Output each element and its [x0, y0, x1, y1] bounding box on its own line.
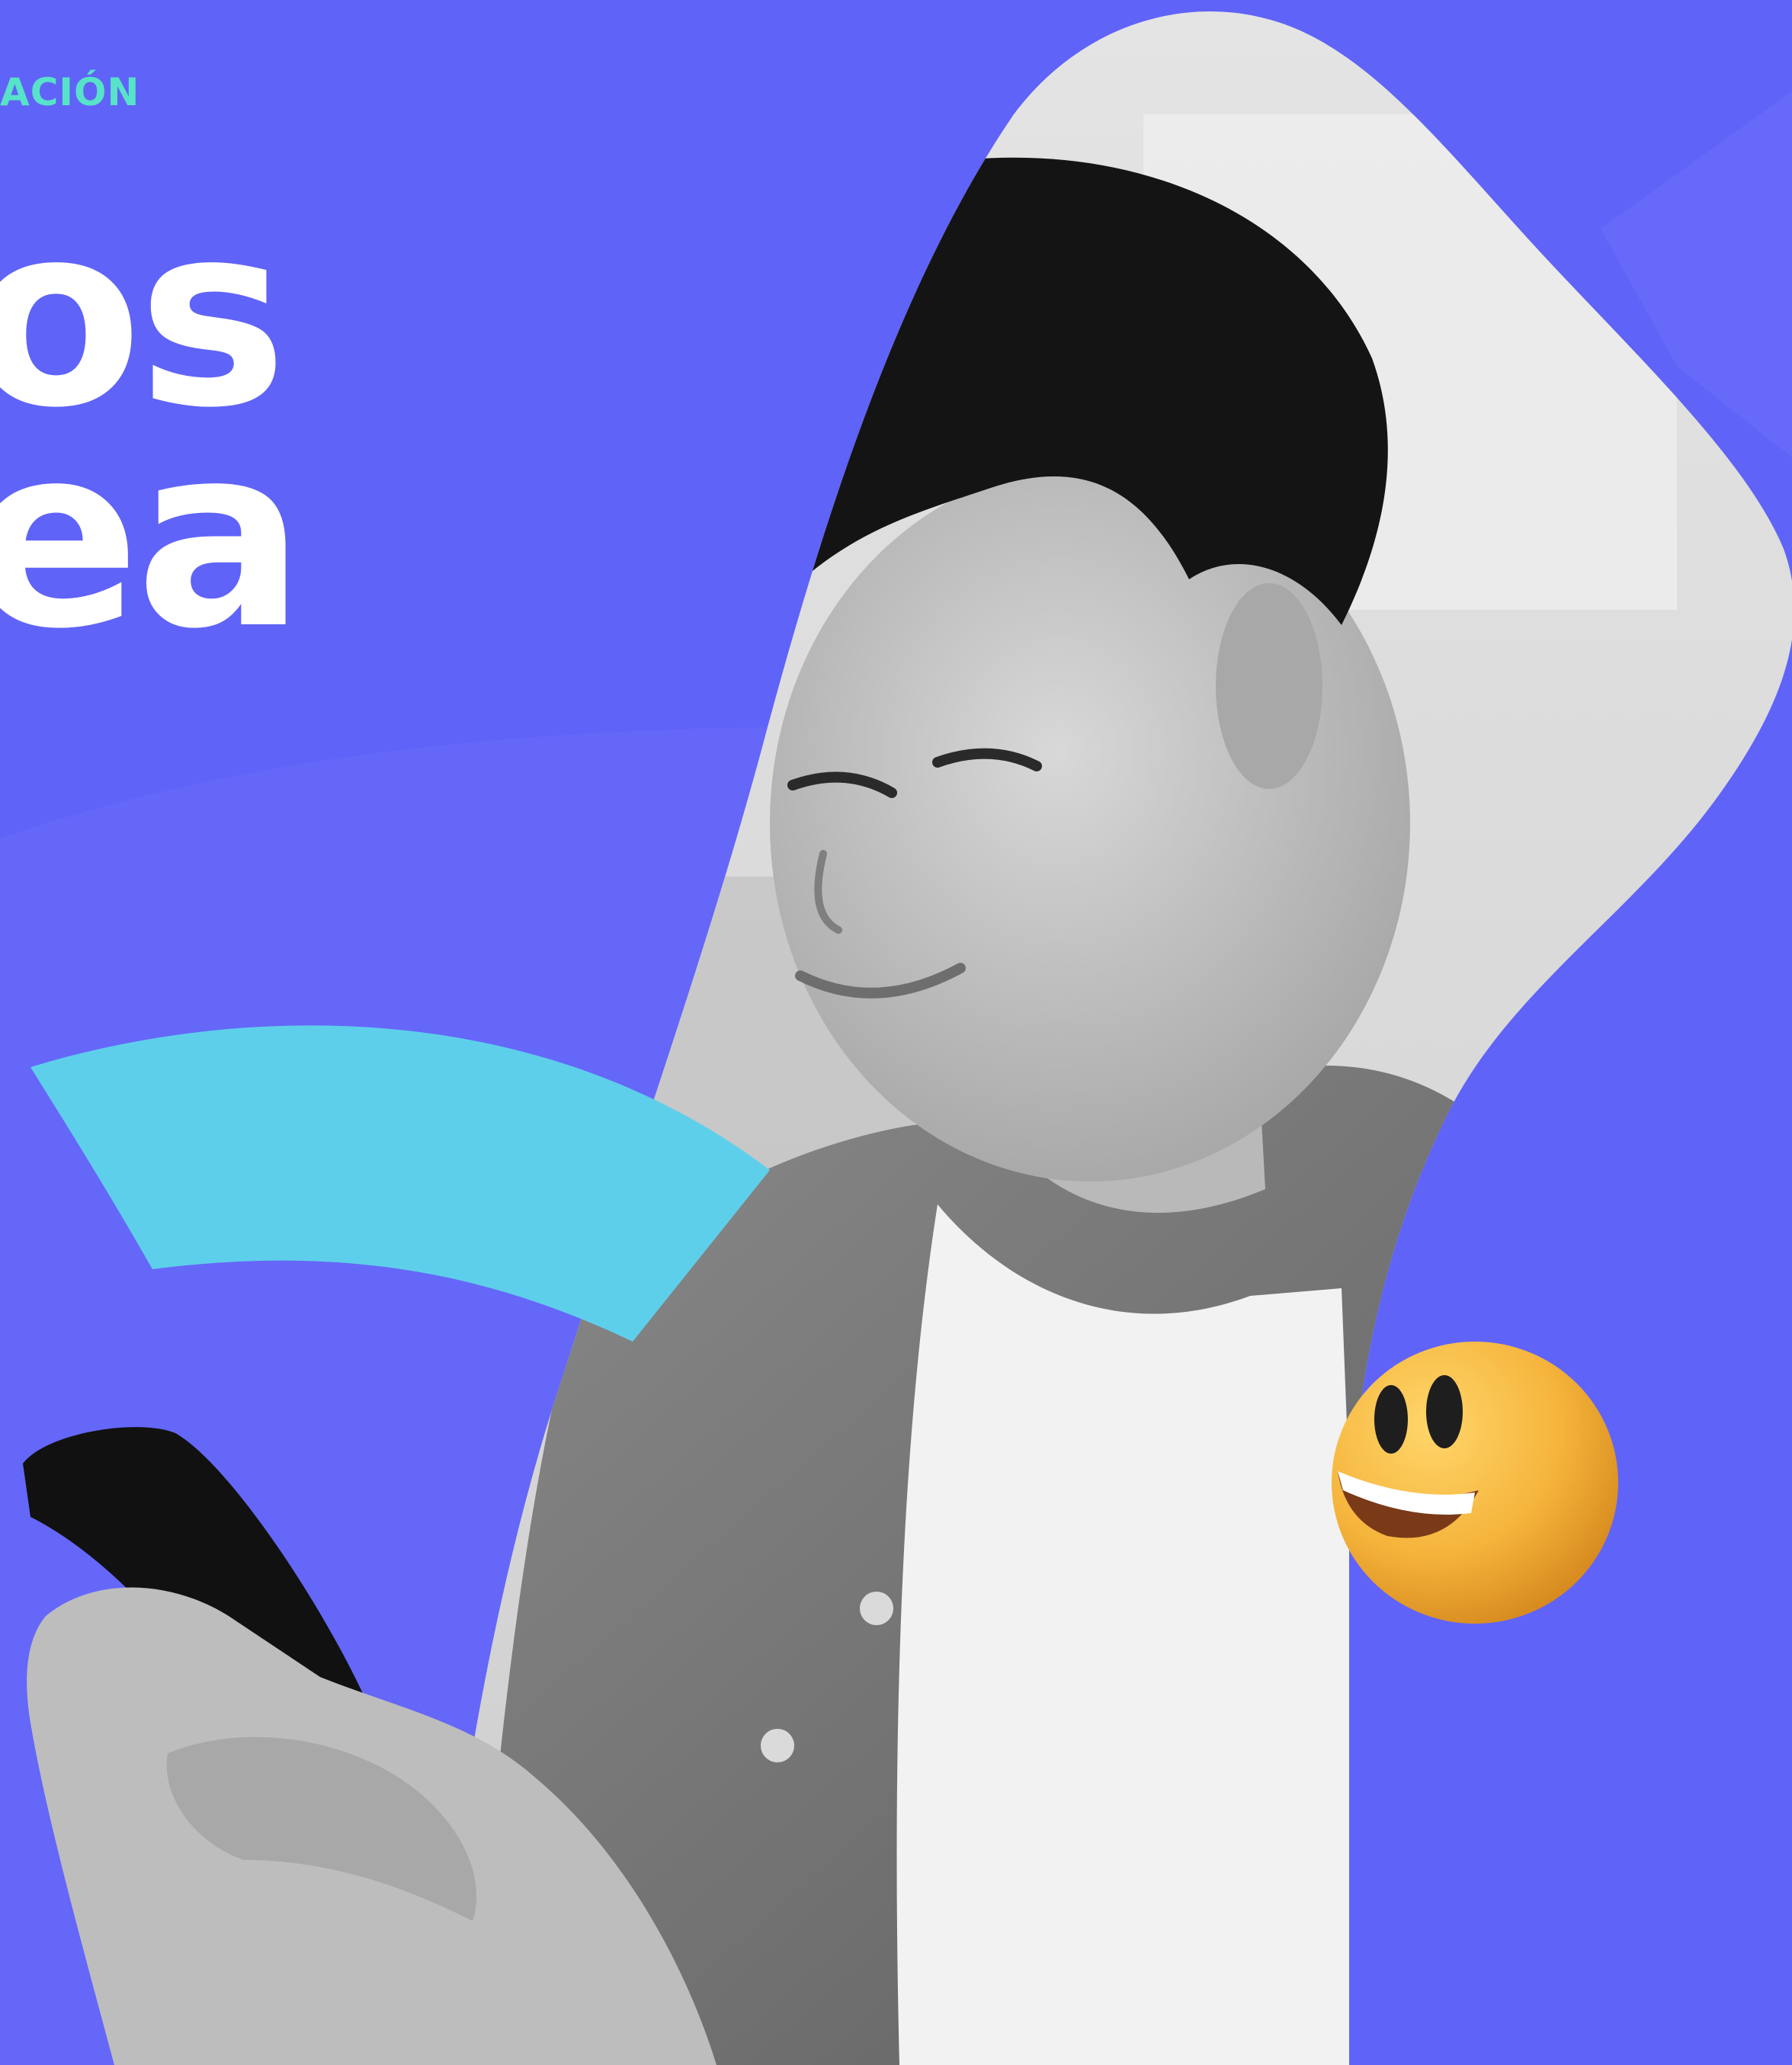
smiling-emoji-icon	[1332, 1342, 1618, 1624]
hero-banner: ACIÓN os ea	[0, 0, 1792, 2065]
section-eyebrow: ACIÓN	[0, 70, 140, 114]
headline-line-1: os	[0, 170, 287, 463]
headline-line-2: ea	[0, 391, 306, 684]
page-headline: os ea	[0, 170, 306, 684]
